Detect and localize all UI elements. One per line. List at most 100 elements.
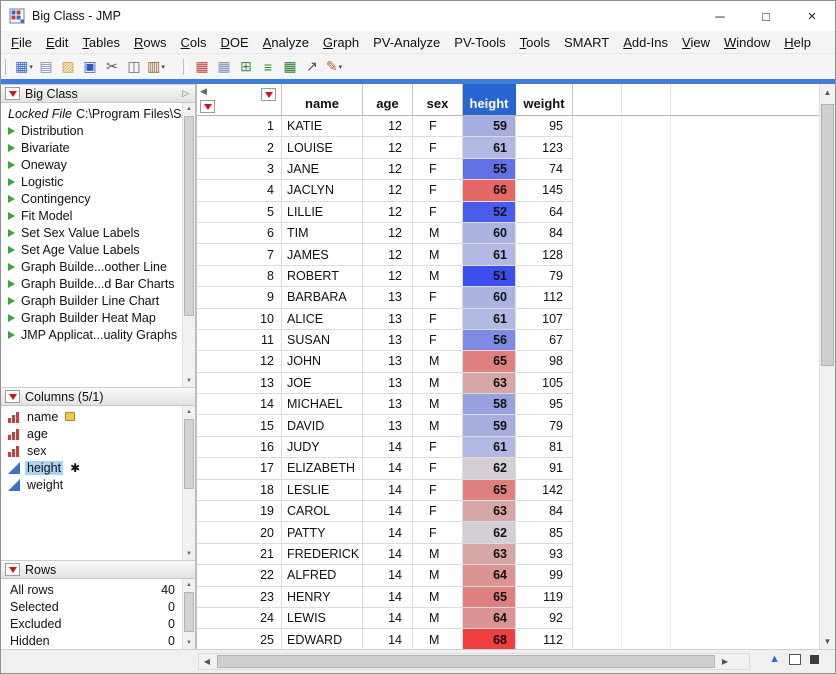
cell-age[interactable]: 14 [363, 436, 413, 459]
cell-weight[interactable]: 145 [516, 180, 573, 202]
menu-view[interactable]: View [675, 33, 717, 52]
row-number-cell[interactable]: 8 [197, 265, 282, 288]
cell-name[interactable]: LILLIE [282, 201, 363, 223]
cell-name[interactable]: ALICE [282, 308, 363, 330]
cell-weight[interactable]: 74 [516, 158, 573, 181]
panel-collapse-arrow-icon[interactable]: ▷ [182, 88, 191, 99]
horizontal-scrollbar[interactable]: ◀ ▶ [198, 653, 750, 670]
rows-panel-scrollbar[interactable]: ▲ ▼ [182, 579, 195, 649]
row-number-cell[interactable]: 7 [197, 244, 282, 266]
menu-analyze[interactable]: Analyze [256, 33, 316, 52]
scroll-left-arrow-icon[interactable]: ◀ [199, 654, 215, 669]
row-number-cell[interactable]: 15 [197, 415, 282, 437]
run-script-arrow-icon[interactable] [8, 143, 15, 152]
cell-height[interactable]: 60 [463, 287, 516, 309]
cell-name[interactable]: BARBARA [282, 287, 363, 309]
cell-name[interactable]: JAMES [282, 244, 363, 266]
scroll-up-arrow-icon[interactable]: ▲ [183, 579, 195, 591]
cell-name[interactable]: DAVID [282, 415, 363, 437]
run-script-arrow-icon[interactable] [8, 228, 15, 237]
scrollbar-thumb[interactable] [184, 116, 194, 316]
cell-height[interactable]: 63 [463, 501, 516, 523]
cell-sex[interactable]: F [413, 501, 463, 523]
cell-sex[interactable]: M [413, 607, 463, 630]
graph-builder-button[interactable]: ≡ [257, 57, 279, 77]
cell-weight[interactable]: 84 [516, 501, 573, 523]
cell-age[interactable]: 12 [363, 244, 413, 266]
cell-height[interactable]: 62 [463, 458, 516, 480]
row-number-cell[interactable]: 4 [197, 180, 282, 202]
cell-height[interactable]: 59 [463, 116, 516, 138]
cell-weight[interactable]: 105 [516, 372, 573, 395]
cell-sex[interactable]: F [413, 201, 463, 223]
cell-height[interactable]: 51 [463, 265, 516, 288]
cell-name[interactable]: EDWARD [282, 629, 363, 649]
row-number-cell[interactable]: 5 [197, 201, 282, 223]
open-button[interactable]: ▨ [57, 57, 79, 77]
cell-age[interactable]: 12 [363, 222, 413, 245]
row-number-cell[interactable]: 2 [197, 137, 282, 159]
cell-weight[interactable]: 79 [516, 265, 573, 288]
cell-height[interactable]: 61 [463, 244, 516, 266]
menu-tools[interactable]: Tools [513, 33, 557, 52]
cell-sex[interactable]: M [413, 415, 463, 437]
script-item-distribution[interactable]: Distribution [1, 122, 195, 139]
table-panel-scrollbar[interactable]: ▲ ▼ [182, 103, 195, 387]
cell-age[interactable]: 14 [363, 501, 413, 523]
rows-stat-all-rows[interactable]: All rows 40 [1, 581, 195, 598]
cell-height[interactable]: 59 [463, 415, 516, 437]
close-button[interactable]: × [789, 1, 835, 31]
menu-add-ins[interactable]: Add-Ins [616, 33, 675, 52]
cell-height[interactable]: 61 [463, 137, 516, 159]
cell-height[interactable]: 63 [463, 372, 516, 395]
cell-sex[interactable]: M [413, 586, 463, 608]
scrollbar-thumb[interactable] [184, 592, 194, 632]
cell-age[interactable]: 13 [363, 351, 413, 373]
cell-age[interactable]: 12 [363, 158, 413, 181]
run-script-arrow-icon[interactable] [8, 330, 15, 339]
cell-sex[interactable]: F [413, 436, 463, 459]
minimize-button[interactable]: ─ [697, 1, 743, 31]
row-number-cell[interactable]: 14 [197, 394, 282, 416]
cell-sex[interactable]: F [413, 329, 463, 352]
new-data-table-button[interactable]: ▦ ▾ [13, 57, 35, 77]
script-item-graph-builde-d-bar-charts[interactable]: Graph Builde...d Bar Charts [1, 275, 195, 292]
cell-sex[interactable]: F [413, 522, 463, 544]
cell-height[interactable]: 58 [463, 394, 516, 416]
cell-weight[interactable]: 91 [516, 458, 573, 480]
cell-height[interactable]: 60 [463, 222, 516, 245]
row-number-cell[interactable]: 10 [197, 308, 282, 330]
cell-weight[interactable]: 123 [516, 137, 573, 159]
cell-name[interactable]: FREDERICK [282, 543, 363, 566]
cell-age[interactable]: 13 [363, 394, 413, 416]
row-number-cell[interactable]: 22 [197, 565, 282, 587]
menu-doe[interactable]: DOE [213, 33, 255, 52]
cell-weight[interactable]: 142 [516, 479, 573, 502]
script-item-fit-model[interactable]: Fit Model [1, 207, 195, 224]
row-number-cell[interactable]: 13 [197, 372, 282, 395]
cell-height[interactable]: 64 [463, 565, 516, 587]
row-number-cell[interactable]: 17 [197, 458, 282, 480]
cell-name[interactable]: ALFRED [282, 565, 363, 587]
cell-sex[interactable]: F [413, 137, 463, 159]
cell-sex[interactable]: F [413, 458, 463, 480]
cell-age[interactable]: 12 [363, 116, 413, 138]
cell-name[interactable]: JACLYN [282, 180, 363, 202]
script-item-bivariate[interactable]: Bivariate [1, 139, 195, 156]
cell-height[interactable]: 55 [463, 158, 516, 181]
cell-age[interactable]: 12 [363, 265, 413, 288]
run-script-arrow-icon[interactable] [8, 177, 15, 186]
cell-weight[interactable]: 112 [516, 287, 573, 309]
scroll-down-arrow-icon[interactable]: ▼ [183, 637, 195, 649]
cell-sex[interactable]: M [413, 222, 463, 245]
scroll-up-arrow-icon[interactable]: ▲ [820, 84, 835, 100]
script-item-set-age-value-labels[interactable]: Set Age Value Labels [1, 241, 195, 258]
summary-table-button[interactable]: ▦ [213, 57, 235, 77]
scroll-up-arrow-icon[interactable]: ▲ [183, 406, 195, 418]
table-menu-button[interactable] [5, 87, 20, 100]
table-square-icon[interactable] [810, 655, 819, 664]
script-item-jmp-applicat-uality-graphs[interactable]: JMP Applicat...uality Graphs [1, 326, 195, 343]
cell-weight[interactable]: 98 [516, 351, 573, 373]
cell-age[interactable]: 13 [363, 372, 413, 395]
cell-weight[interactable]: 84 [516, 222, 573, 245]
